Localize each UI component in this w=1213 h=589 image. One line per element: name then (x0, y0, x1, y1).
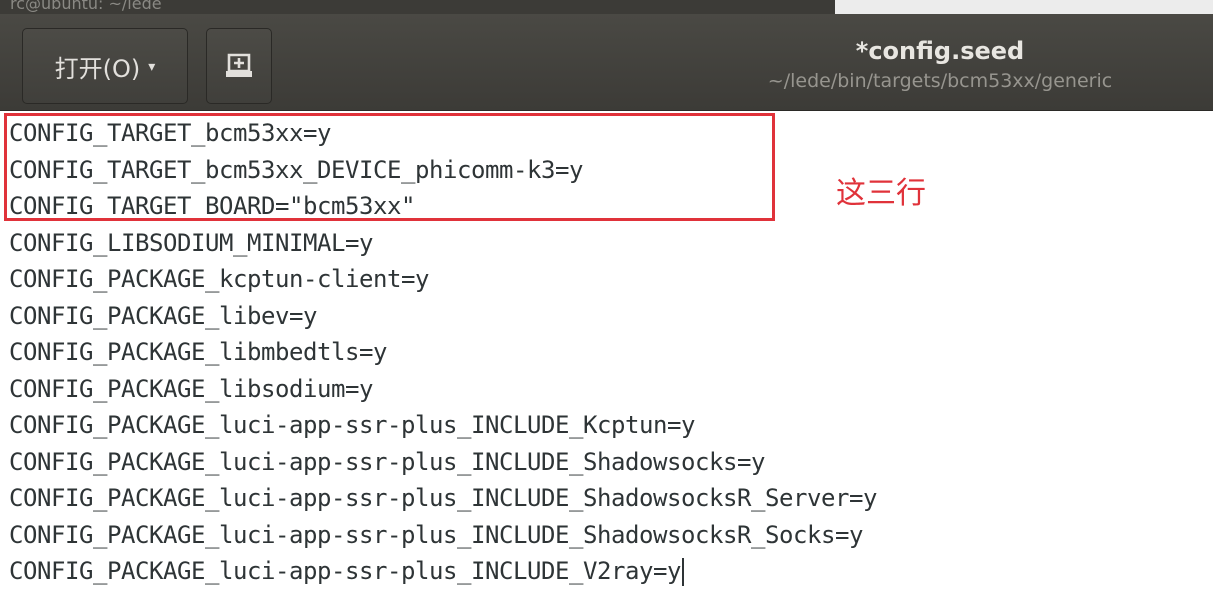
background-window-strip: rc@ubuntu: ~/lede (0, 0, 1213, 14)
window-title-area: *config.seed ~/lede/bin/targets/bcm53xx/… (640, 36, 1213, 94)
editor-line[interactable]: CONFIG_PACKAGE_luci-app-ssr-plus_INCLUDE… (9, 480, 877, 517)
editor-line[interactable]: CONFIG_PACKAGE_libsodium=y (9, 371, 877, 408)
open-button-label: 打开(O) (54, 54, 141, 83)
new-document-button[interactable] (206, 28, 272, 104)
editor-line[interactable]: CONFIG_PACKAGE_luci-app-ssr-plus_INCLUDE… (9, 517, 877, 554)
editor-line[interactable]: CONFIG_LIBSODIUM_MINIMAL=y (9, 225, 877, 262)
editor-line[interactable]: CONFIG_PACKAGE_libmbedtls=y (9, 334, 877, 371)
background-window-titlebar: rc@ubuntu: ~/lede (0, 0, 835, 14)
editor-line-text: CONFIG_PACKAGE_luci-app-ssr-plus_INCLUDE… (9, 557, 681, 585)
editor-line[interactable]: CONFIG_PACKAGE_luci-app-ssr-plus_INCLUDE… (9, 407, 877, 444)
editor-line[interactable]: CONFIG_PACKAGE_kcptun-client=y (9, 261, 877, 298)
new-document-icon (226, 53, 252, 77)
document-path: ~/lede/bin/targets/bcm53xx/generic (767, 70, 1113, 92)
open-button[interactable]: 打开(O) ▾ (22, 28, 188, 104)
editor-line[interactable]: CONFIG_PACKAGE_luci-app-ssr-plus_INCLUDE… (9, 444, 877, 481)
editor-line-last[interactable]: CONFIG_PACKAGE_luci-app-ssr-plus_INCLUDE… (9, 553, 877, 589)
editor-line[interactable]: CONFIG_PACKAGE_libev=y (9, 298, 877, 335)
chevron-down-icon: ▾ (148, 59, 156, 75)
header-bar: 打开(O) ▾ *config.seed ~/lede/bin/targets/… (0, 14, 1213, 111)
document-title: *config.seed (855, 37, 1025, 65)
annotation-label: 这三行 (836, 176, 926, 211)
annotation-highlight-box (4, 113, 775, 221)
background-window-title: rc@ubuntu: ~/lede (10, 0, 162, 13)
text-cursor (681, 558, 684, 586)
